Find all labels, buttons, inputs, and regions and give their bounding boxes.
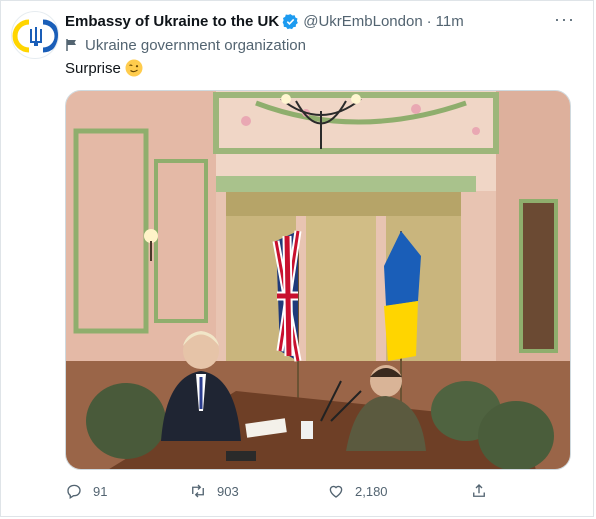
affiliation: Ukraine government organization [65,36,306,54]
retweet-button[interactable]: 903 [189,482,239,500]
photo-illustration [66,91,570,469]
tweet-text: Surprise [65,59,143,77]
tweet-header: Embassy of Ukraine to the UK @UkrEmbLond… [65,11,464,31]
ukraine-trident-icon [12,19,58,53]
tweet-card[interactable]: Embassy of Ukraine to the UK @UkrEmbLond… [0,0,594,517]
verified-badge-icon [282,13,299,29]
retweet-icon [192,484,204,498]
flag-icon [66,39,76,51]
affiliation-label: Ukraine government organization [85,36,306,54]
like-button[interactable]: 2,180 [327,482,388,500]
tweet-photo[interactable] [65,90,571,470]
more-icon[interactable]: ··· [554,9,575,30]
tweet-actions: 91 903 2,180 [65,482,505,504]
avatar[interactable] [11,11,59,59]
separator-dot: · [426,12,432,30]
like-icon [329,485,343,498]
reply-icon [67,484,81,499]
like-count: 2,180 [355,483,388,499]
share-icon [473,484,485,497]
author-name[interactable]: Embassy of Ukraine to the UK [65,13,279,30]
reply-count: 91 [93,483,108,499]
author-handle[interactable]: @UkrEmbLondon [303,13,422,30]
reply-button[interactable]: 91 [65,482,107,500]
retweet-count: 903 [217,483,239,499]
wink-emoji-icon [125,59,143,77]
tweet-time[interactable]: 11m [436,13,464,30]
share-button[interactable] [470,482,498,500]
tweet-text-content: Surprise [65,59,121,77]
